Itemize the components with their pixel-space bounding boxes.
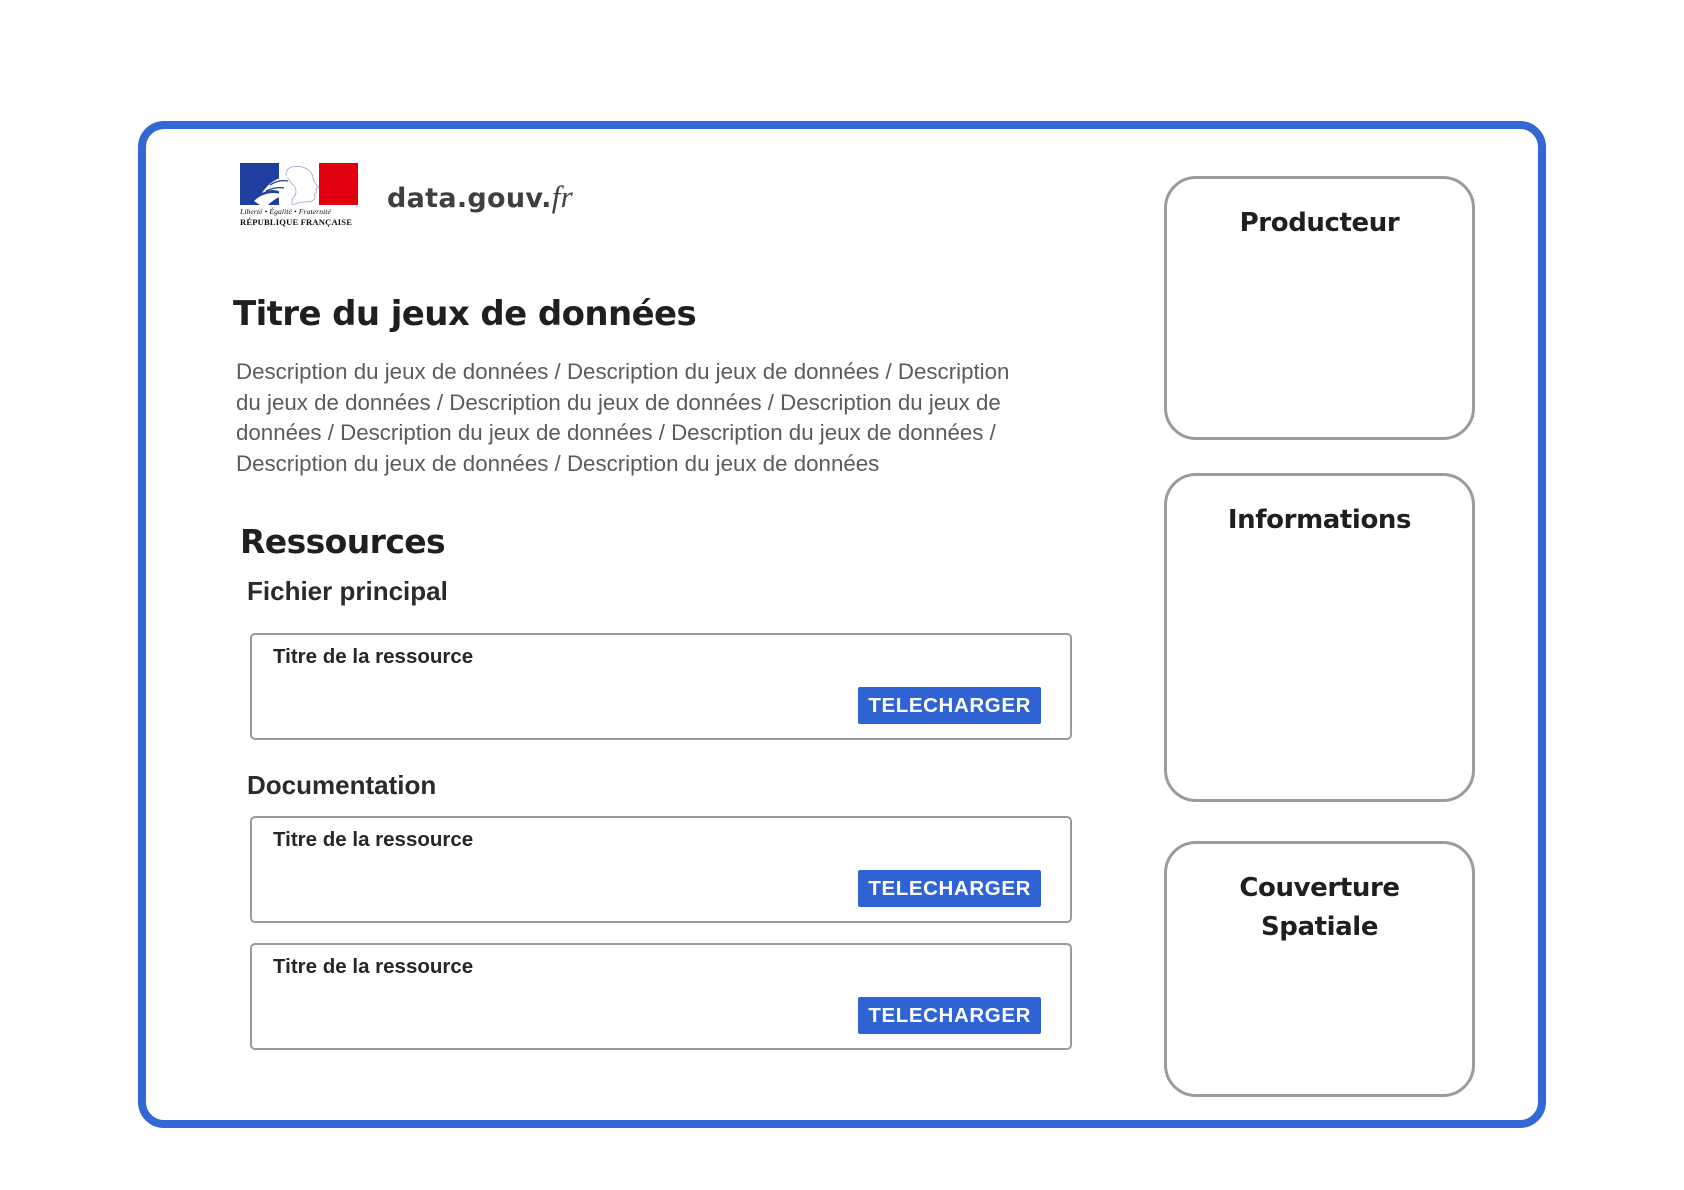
main-file-heading: Fichier principal bbox=[247, 576, 448, 606]
spatial-coverage-panel: Couverture Spatiale bbox=[1164, 841, 1475, 1097]
republic-label: RÉPUBLIQUE FRANÇAISE bbox=[240, 217, 353, 227]
marianne-logo[interactable]: Liberté • Égalité • Fraternité RÉPUBLIQU… bbox=[240, 163, 358, 228]
brand-name: data.gouv. bbox=[387, 183, 552, 214]
dataset-title: Titre du jeux de données bbox=[233, 294, 697, 334]
brand-logo[interactable]: data.gouv.fr bbox=[387, 179, 573, 215]
download-button[interactable]: TELECHARGER bbox=[858, 870, 1041, 907]
resource-card: Titre de la ressource TELECHARGER bbox=[250, 633, 1072, 740]
download-button[interactable]: TELECHARGER bbox=[858, 687, 1041, 724]
resource-title: Titre de la ressource bbox=[273, 645, 474, 668]
resource-card: Titre de la ressource TELECHARGER bbox=[250, 943, 1072, 1050]
resources-heading: Ressources bbox=[240, 522, 446, 561]
producer-panel-title: Producteur bbox=[1239, 208, 1400, 238]
republic-motto: Liberté • Égalité • Fraternité bbox=[240, 207, 331, 216]
resource-card: Titre de la ressource TELECHARGER bbox=[250, 816, 1072, 923]
download-button[interactable]: TELECHARGER bbox=[858, 997, 1041, 1034]
spatial-coverage-panel-title: Couverture Spatiale bbox=[1239, 873, 1400, 942]
documentation-heading: Documentation bbox=[247, 770, 437, 800]
resource-title: Titre de la ressource bbox=[273, 955, 474, 978]
marianne-flag-icon bbox=[240, 163, 358, 205]
informations-panel: Informations bbox=[1164, 473, 1475, 802]
dataset-description: Description du jeux de données / Descrip… bbox=[236, 359, 1010, 476]
resource-title: Titre de la ressource bbox=[273, 828, 474, 851]
informations-panel-title: Informations bbox=[1227, 505, 1412, 535]
brand-tld: fr bbox=[551, 179, 573, 214]
producer-panel: Producteur bbox=[1164, 176, 1475, 440]
